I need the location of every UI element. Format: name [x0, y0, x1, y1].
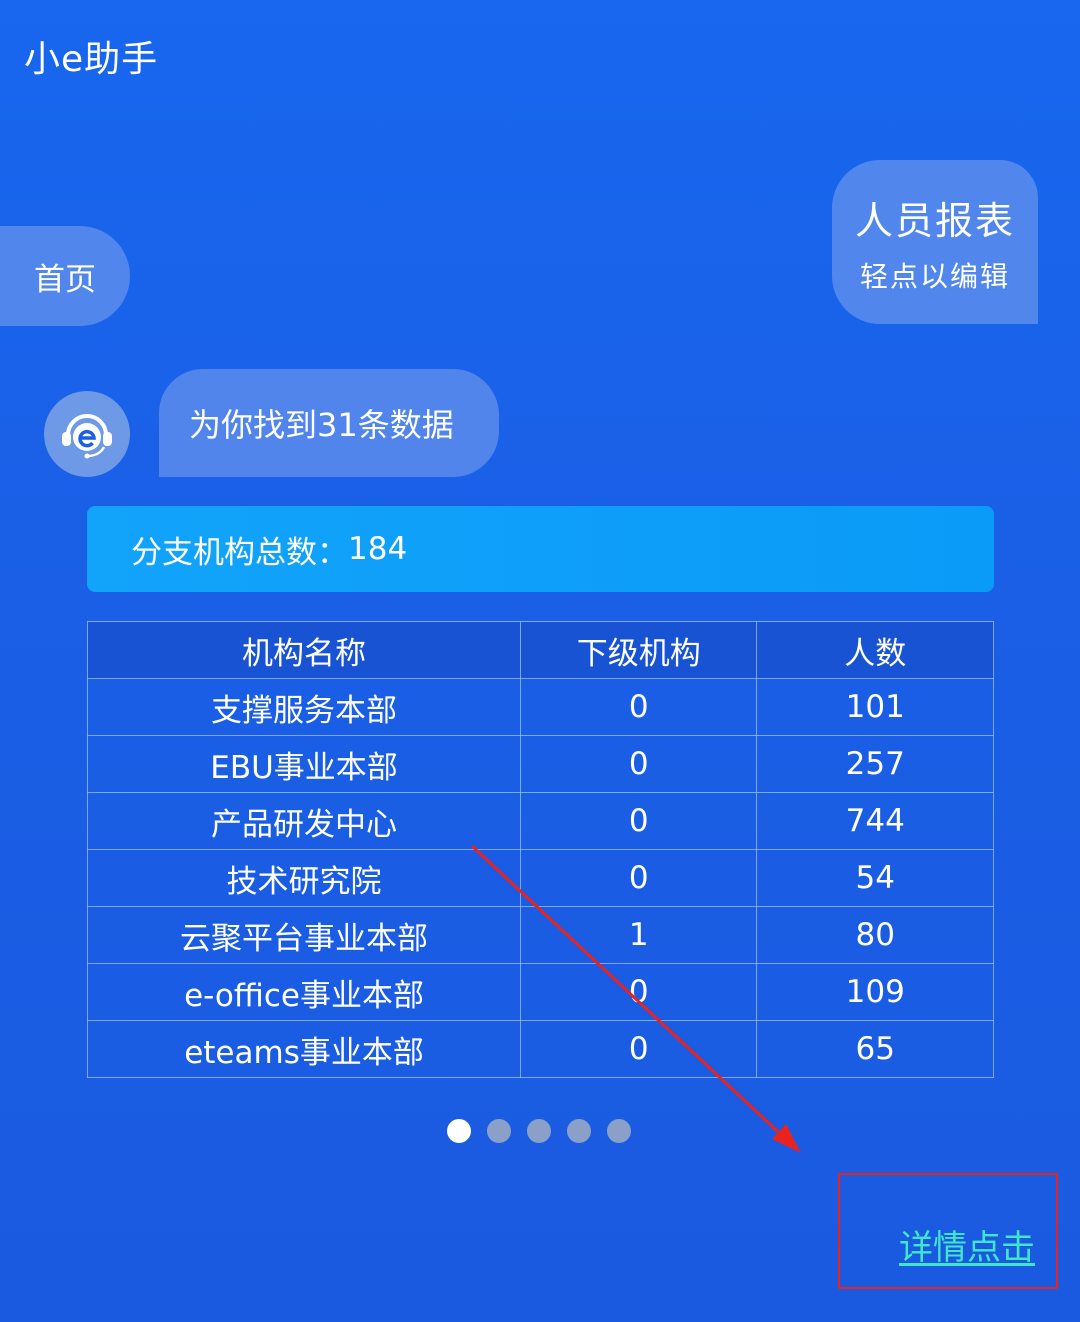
report-card[interactable]: 人员报表 轻点以编辑 [832, 160, 1038, 324]
annotation-highlight-box [838, 1173, 1058, 1289]
table-row[interactable]: 支撑服务本部 0 101 [86, 678, 994, 736]
cell-org-name: 产品研发中心 [86, 792, 522, 850]
table-row[interactable]: EBU事业本部 0 257 [86, 735, 994, 793]
table-row[interactable]: 云聚平台事业本部 1 80 [86, 906, 994, 964]
table-row[interactable]: 产品研发中心 0 744 [86, 792, 994, 850]
cell-sub-orgs: 0 [520, 1020, 758, 1078]
cell-headcount: 744 [756, 792, 994, 850]
header-headcount: 人数 [756, 621, 994, 679]
assistant-message: 为你找到31条数据 [159, 369, 499, 477]
cell-sub-orgs: 0 [520, 792, 758, 850]
cell-org-name: 云聚平台事业本部 [86, 906, 522, 964]
cell-org-name: 支撑服务本部 [86, 678, 522, 736]
org-table: 机构名称 下级机构 人数 支撑服务本部 0 101 EBU事业本部 0 257 … [86, 621, 994, 1078]
cell-org-name: eteams事业本部 [86, 1020, 522, 1078]
page-dot[interactable] [607, 1119, 631, 1143]
cell-sub-orgs: 0 [520, 678, 758, 736]
app-title: 小e助手 [24, 39, 159, 80]
table-row[interactable]: eteams事业本部 0 65 [86, 1020, 994, 1078]
page-dot[interactable] [447, 1119, 471, 1143]
pagination-dots [447, 1119, 631, 1143]
page-dot[interactable] [527, 1119, 551, 1143]
cell-headcount: 109 [756, 963, 994, 1021]
header-org-name: 机构名称 [86, 621, 522, 679]
headset-e-icon [44, 391, 130, 477]
table-header-row: 机构名称 下级机构 人数 [86, 621, 994, 679]
cell-headcount: 65 [756, 1020, 994, 1078]
cell-headcount: 80 [756, 906, 994, 964]
cell-sub-orgs: 1 [520, 906, 758, 964]
page-dot[interactable] [567, 1119, 591, 1143]
header-sub-orgs: 下级机构 [520, 621, 758, 679]
cell-org-name: e-office事业本部 [86, 963, 522, 1021]
cell-headcount: 54 [756, 849, 994, 907]
home-button[interactable]: 首页 [0, 226, 130, 326]
branch-summary-bar: 分支机构总数： 184 [87, 506, 994, 592]
cell-headcount: 101 [756, 678, 994, 736]
cell-sub-orgs: 0 [520, 963, 758, 1021]
cell-org-name: EBU事业本部 [86, 735, 522, 793]
home-label: 首页 [34, 261, 96, 298]
report-title: 人员报表 [854, 198, 1015, 243]
summary-label: 分支机构总数： [131, 534, 348, 571]
cell-org-name: 技术研究院 [86, 849, 522, 907]
table-row[interactable]: 技术研究院 0 54 [86, 849, 994, 907]
cell-sub-orgs: 0 [520, 849, 758, 907]
assistant-message-text: 为你找到31条数据 [189, 406, 454, 444]
table-row[interactable]: e-office事业本部 0 109 [86, 963, 994, 1021]
cell-sub-orgs: 0 [520, 735, 758, 793]
report-edit-hint: 轻点以编辑 [859, 259, 1010, 293]
page-dot[interactable] [487, 1119, 511, 1143]
summary-value: 184 [348, 531, 408, 567]
cell-headcount: 257 [756, 735, 994, 793]
